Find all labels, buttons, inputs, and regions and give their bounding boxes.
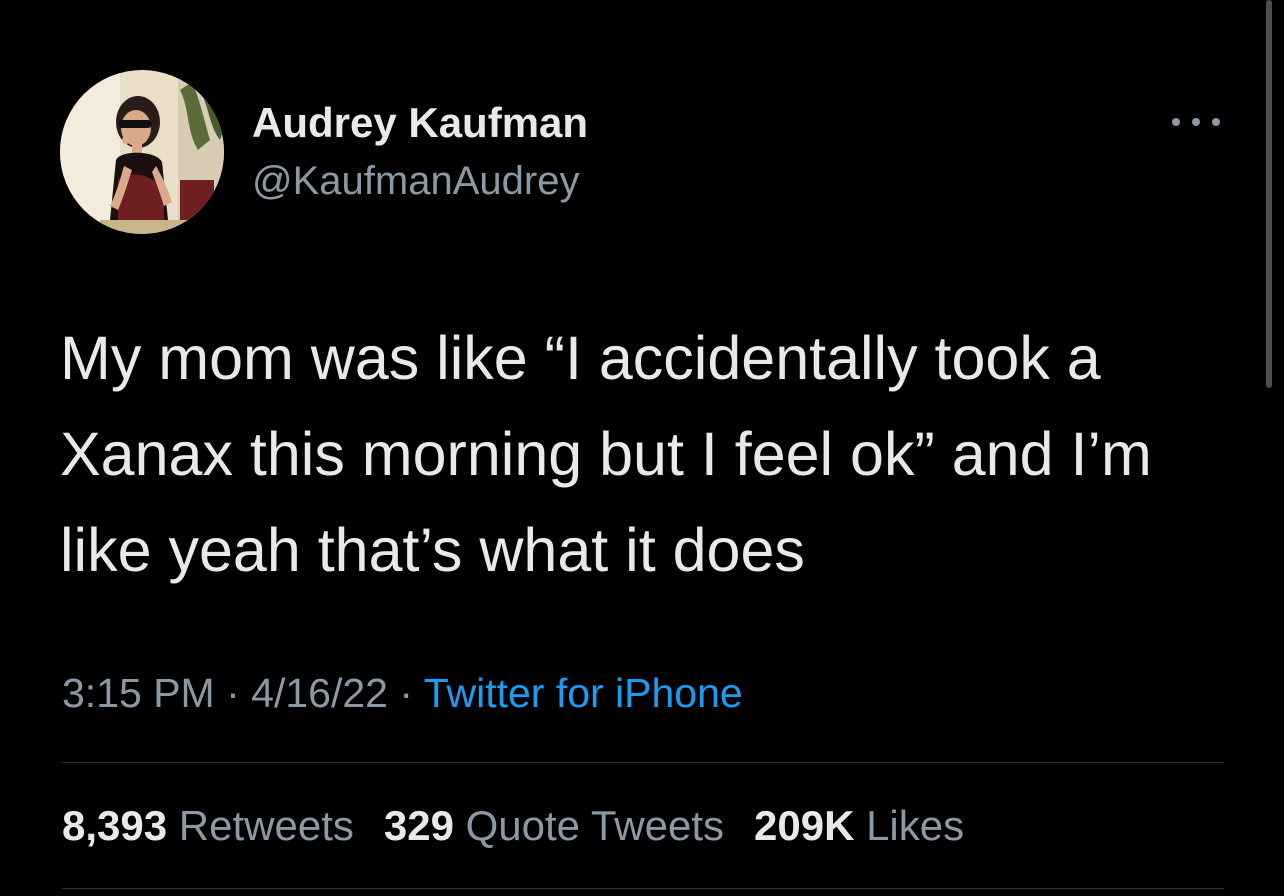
retweets-count: 8,393: [62, 802, 168, 849]
tweet-source-link[interactable]: Twitter for iPhone: [424, 670, 743, 716]
divider: [62, 762, 1224, 763]
meta-separator: ·: [226, 670, 240, 716]
tweet-text-line: My mom was like “I accidentally took a: [60, 324, 1101, 392]
tweet-date[interactable]: 4/16/22: [251, 670, 388, 716]
tweet-text: My mom was like “I accidentally took a X…: [60, 310, 1250, 598]
tweet-meta: 3:15 PM · 4/16/22 · Twitter for iPhone: [62, 665, 743, 721]
likes-stat[interactable]: 209K Likes: [754, 798, 964, 854]
author-name[interactable]: Audrey Kaufman: [252, 98, 588, 148]
divider: [62, 888, 1224, 889]
quote-tweets-count: 329: [383, 802, 454, 849]
likes-count: 209K: [754, 802, 855, 849]
avatar[interactable]: [60, 70, 224, 234]
quote-tweets-label: Quote Tweets: [465, 802, 724, 849]
likes-label: Likes: [866, 802, 965, 849]
tweet-time[interactable]: 3:15 PM: [62, 670, 215, 716]
quote-tweets-stat[interactable]: 329 Quote Tweets: [384, 798, 724, 854]
tweet-text-line: like yeah that’s what it does: [60, 516, 805, 584]
more-options-button[interactable]: [1172, 104, 1220, 140]
retweets-label: Retweets: [178, 802, 354, 849]
more-horizontal-icon-dot: [1212, 118, 1220, 126]
more-horizontal-icon: [1172, 118, 1180, 126]
scrollbar[interactable]: [1266, 0, 1272, 388]
retweets-stat[interactable]: 8,393 Retweets: [62, 798, 354, 854]
author-handle[interactable]: @KaufmanAudrey: [252, 157, 579, 205]
meta-separator: ·: [399, 670, 414, 716]
tweet-detail: Audrey Kaufman @KaufmanAudrey My mom was…: [0, 0, 1284, 896]
avatar-photo: [60, 70, 224, 234]
tweet-text-line: Xanax this morning but I feel ok” and I’…: [60, 420, 1152, 488]
more-horizontal-icon-dot: [1192, 118, 1200, 126]
tweet-stats: 8,393 Retweets 329 Quote Tweets 209K Lik…: [62, 798, 964, 854]
